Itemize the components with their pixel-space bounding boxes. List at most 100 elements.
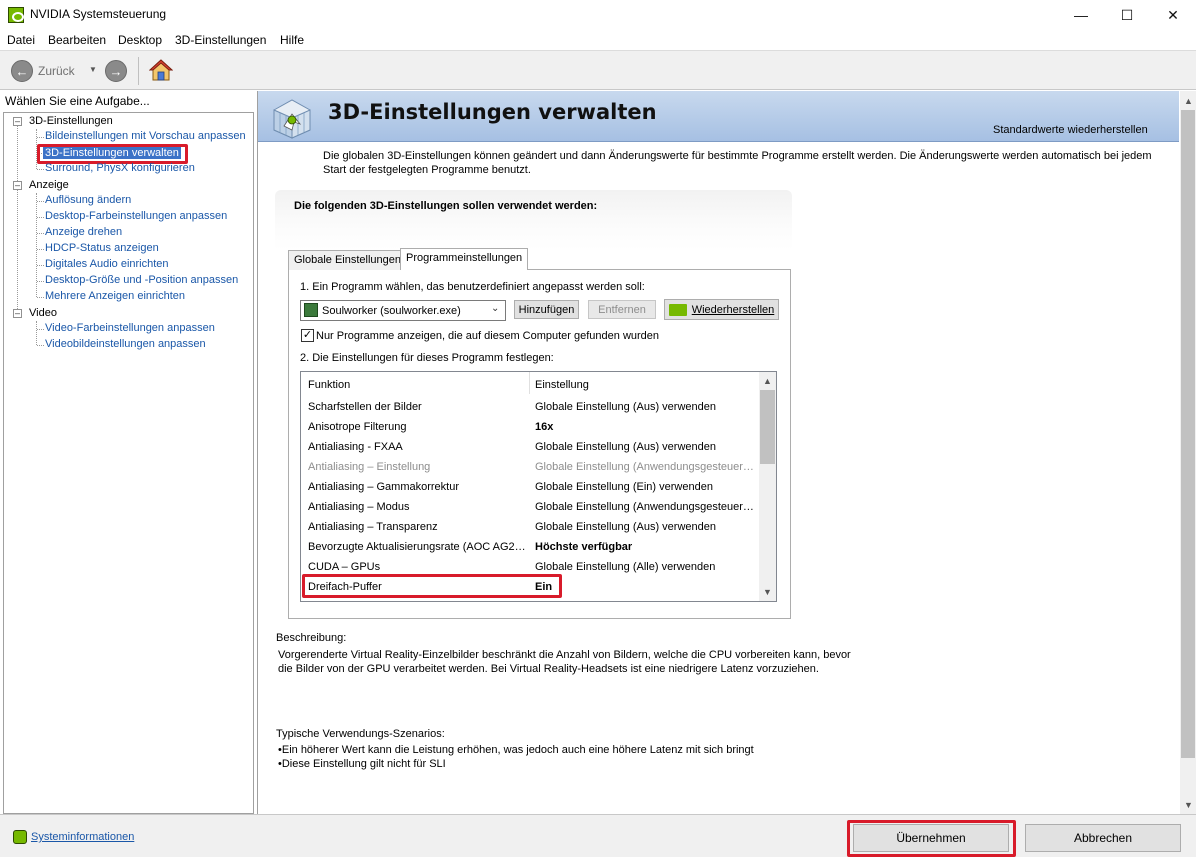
tree-item-3d-verwalten[interactable]: 3D-Einstellungen verwalten — [43, 147, 181, 159]
tree-item-aufloesung[interactable]: Auflösung ändern — [45, 194, 131, 206]
apply-button[interactable]: Übernehmen — [853, 824, 1009, 852]
page-scrollbar-thumb[interactable] — [1181, 110, 1195, 758]
maximize-button[interactable]: ☐ — [1104, 0, 1150, 30]
setting-value[interactable]: Globale Einstellung (Anwendungsgesteuer… — [535, 501, 754, 513]
tree-item-video-farbe[interactable]: Video-Farbeinstellungen anpassen — [45, 322, 215, 334]
nvidia-logo-icon — [668, 303, 687, 316]
soulworker-app-icon — [304, 303, 318, 317]
setting-function[interactable]: Antialiasing – Modus — [308, 501, 410, 513]
menu-desktop[interactable]: Desktop — [118, 33, 162, 47]
setting-value[interactable]: Globale Einstellung (Aus) verwenden — [535, 521, 716, 533]
menu-hilfe[interactable]: Hilfe — [280, 33, 304, 47]
description-label: Beschreibung: — [276, 632, 347, 644]
tree-connector — [37, 249, 44, 250]
scroll-down-icon[interactable]: ▼ — [1184, 800, 1193, 810]
program-select-value: Soulworker (soulworker.exe) — [322, 305, 461, 317]
setting-value[interactable]: 16x — [535, 421, 553, 433]
tree-item-desktop-farbe[interactable]: Desktop-Farbeinstellungen anpassen — [45, 210, 227, 222]
chevron-down-icon[interactable]: ⌄ — [491, 303, 499, 314]
tree-connector — [37, 281, 44, 282]
tree-collapse-icon[interactable]: – — [13, 117, 22, 126]
setting-value[interactable]: Globale Einstellung (Anwendungsgesteuer… — [535, 461, 754, 473]
restore-button[interactable]: Wiederherstellen — [664, 299, 779, 320]
scroll-down-icon[interactable]: ▼ — [763, 587, 772, 597]
column-header-funktion[interactable]: Funktion — [308, 379, 350, 391]
show-found-programs-checkbox[interactable]: ✓ — [301, 329, 314, 342]
tree-connector — [37, 345, 44, 346]
tree-collapse-icon[interactable]: – — [13, 181, 22, 190]
toolbar: ← Zurück ▼ → — [0, 50, 1196, 90]
menu-3d-einstellungen[interactable]: 3D-Einstellungen — [175, 33, 266, 47]
setting-function[interactable]: Anisotrope Filterung — [308, 421, 406, 433]
tree-connector — [37, 265, 44, 266]
menu-bearbeiten[interactable]: Bearbeiten — [48, 33, 106, 47]
setting-value[interactable]: Globale Einstellung (Aus) verwenden — [535, 401, 716, 413]
tree-category-3d[interactable]: 3D-Einstellungen — [29, 115, 113, 127]
restore-defaults-link[interactable]: Standardwerte wiederherstellen — [993, 124, 1148, 136]
setting-value[interactable]: Globale Einstellung (Ein) verwenden — [535, 481, 713, 493]
setting-function[interactable]: Bevorzugte Aktualisierungsrate (AOC AG2… — [308, 541, 526, 553]
tree-connector — [37, 297, 44, 298]
column-header-einstellung[interactable]: Einstellung — [535, 379, 589, 391]
close-button[interactable]: ✕ — [1150, 0, 1196, 30]
add-program-button[interactable]: Hinzufügen — [514, 300, 579, 319]
nvidia-app-icon — [8, 7, 24, 23]
tree-connector — [37, 233, 44, 234]
description-text: Vorgerenderte Virtual Reality-Einzelbild… — [278, 649, 851, 675]
step1-label: 1. Ein Programm wählen, das benutzerdefi… — [300, 281, 645, 293]
setting-function[interactable]: Antialiasing - FXAA — [308, 441, 403, 453]
setting-value[interactable]: Höchste verfügbar — [535, 541, 632, 553]
tree-connector — [17, 126, 18, 315]
tree-connector — [37, 201, 44, 202]
tree-item-desktop-groesse[interactable]: Desktop-Größe und -Position anpassen — [45, 274, 238, 286]
usage-item: Diese Einstellung gilt nicht für SLI — [281, 758, 446, 770]
tree-item-surround-physx[interactable]: Surround, PhysX konfigurieren — [45, 162, 195, 174]
tree-connector — [37, 217, 44, 218]
home-icon[interactable] — [149, 58, 173, 82]
setting-value[interactable]: Ein — [535, 581, 552, 593]
back-button-label[interactable]: Zurück — [38, 64, 75, 78]
bottom-bar — [0, 814, 1196, 857]
tree-item-videobild[interactable]: Videobildeinstellungen anpassen — [45, 338, 206, 350]
setting-function[interactable]: Dreifach-Puffer — [308, 581, 382, 593]
tree-item-digitales-audio[interactable]: Digitales Audio einrichten — [45, 258, 169, 270]
system-info-link[interactable]: Systeminformationen — [31, 831, 134, 843]
list-scrollbar-thumb[interactable] — [760, 390, 775, 464]
usage-item: Ein höherer Wert kann die Leistung erhöh… — [281, 744, 754, 756]
tree-item-bildeinstellungen[interactable]: Bildeinstellungen mit Vorschau anpassen — [45, 130, 246, 142]
setting-function[interactable]: Scharfstellen der Bilder — [308, 401, 422, 413]
tree-category-anzeige[interactable]: Anzeige — [29, 179, 69, 191]
tree-item-anzeige-drehen[interactable]: Anzeige drehen — [45, 226, 122, 238]
scroll-up-icon[interactable]: ▲ — [763, 376, 772, 386]
remove-program-button[interactable]: Entfernen — [588, 300, 656, 319]
tab-programmeinstellungen[interactable]: Programmeinstellungen — [400, 248, 529, 270]
checkbox-label[interactable]: Nur Programme anzeigen, die auf diesem C… — [316, 330, 659, 342]
tab-globale-einstellungen[interactable]: Globale Einstellungen — [288, 250, 408, 270]
window-title: NVIDIA Systemsteuerung — [30, 7, 167, 21]
minimize-button[interactable]: — — [1058, 0, 1104, 30]
menu-datei[interactable]: Datei — [7, 33, 35, 47]
setting-value[interactable]: Globale Einstellung (Alle) verwenden — [535, 561, 715, 573]
setting-function[interactable]: Antialiasing – Gammakorrektur — [308, 481, 459, 493]
back-arrow-icon[interactable]: ← — [11, 60, 33, 82]
usage-bullet: •Ein höherer Wert kann die Leistung erhö… — [278, 744, 754, 756]
system-info-icon[interactable] — [13, 830, 27, 844]
tree-collapse-icon[interactable]: – — [13, 309, 22, 318]
tree-category-video[interactable]: Video — [29, 307, 57, 319]
tree-item-mehrere-anzeigen[interactable]: Mehrere Anzeigen einrichten — [45, 290, 185, 302]
history-dropdown-icon[interactable]: ▼ — [89, 65, 97, 74]
page-title: 3D-Einstellungen verwalten — [328, 100, 657, 124]
setting-function[interactable]: Antialiasing – Transparenz — [308, 521, 438, 533]
task-panel-header: Wählen Sie eine Aufgabe... — [5, 94, 150, 108]
usage-label: Typische Verwendungs-Szenarios: — [276, 728, 445, 740]
cancel-button[interactable]: Abbrechen — [1025, 824, 1181, 852]
settings-heading: Die folgenden 3D-Einstellungen sollen ve… — [294, 200, 598, 212]
tree-item-hdcp[interactable]: HDCP-Status anzeigen — [45, 242, 159, 254]
setting-function[interactable]: Antialiasing – Einstellung — [308, 461, 430, 473]
setting-value[interactable]: Globale Einstellung (Aus) verwenden — [535, 441, 716, 453]
forward-arrow-icon[interactable]: → — [105, 60, 127, 82]
scroll-up-icon[interactable]: ▲ — [1184, 96, 1193, 106]
setting-function[interactable]: CUDA – GPUs — [308, 561, 380, 573]
title-bar — [0, 0, 1196, 30]
column-divider[interactable] — [529, 372, 530, 394]
